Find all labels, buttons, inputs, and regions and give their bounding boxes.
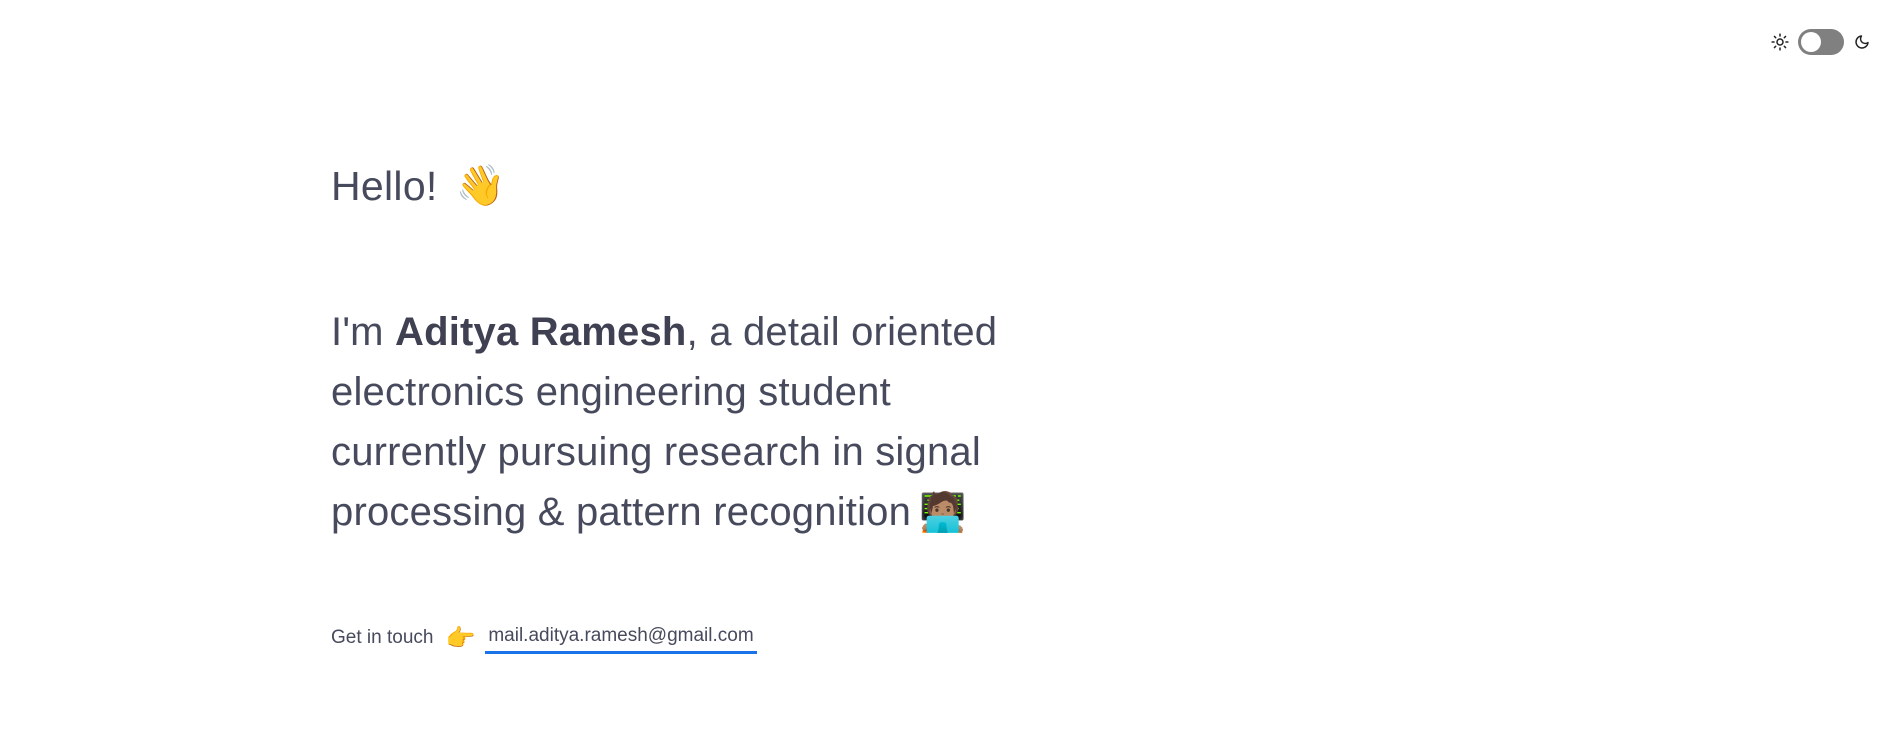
hero-section: Hello! 👋 I'm Aditya Ramesh, a detail ori… <box>331 160 1031 654</box>
contact-row: Get in touch 👉 mail.aditya.ramesh@gmail.… <box>331 622 1031 654</box>
contact-label: Get in touch <box>331 627 434 648</box>
page: Hello! 👋 I'm Aditya Ramesh, a detail ori… <box>0 0 1902 755</box>
greeting-heading: Hello! 👋 <box>331 160 1031 212</box>
technologist-icon: 🧑🏽‍💻 <box>919 490 967 534</box>
theme-toggle <box>1770 29 1872 55</box>
greeting-text: Hello! <box>331 163 438 209</box>
email-link[interactable]: mail.aditya.ramesh@gmail.com <box>485 622 757 654</box>
intro-paragraph: I'm Aditya Ramesh, a detail oriented ele… <box>331 302 1031 542</box>
sun-icon <box>1770 32 1790 52</box>
pointing-hand-icon: 👉 <box>445 624 476 652</box>
author-name: Aditya Ramesh <box>394 310 687 354</box>
moon-icon <box>1852 32 1872 52</box>
switch-knob <box>1801 32 1821 52</box>
dark-mode-switch[interactable] <box>1798 29 1844 55</box>
intro-prefix: I'm <box>331 310 395 354</box>
waving-hand-icon: 👋 <box>455 163 506 209</box>
